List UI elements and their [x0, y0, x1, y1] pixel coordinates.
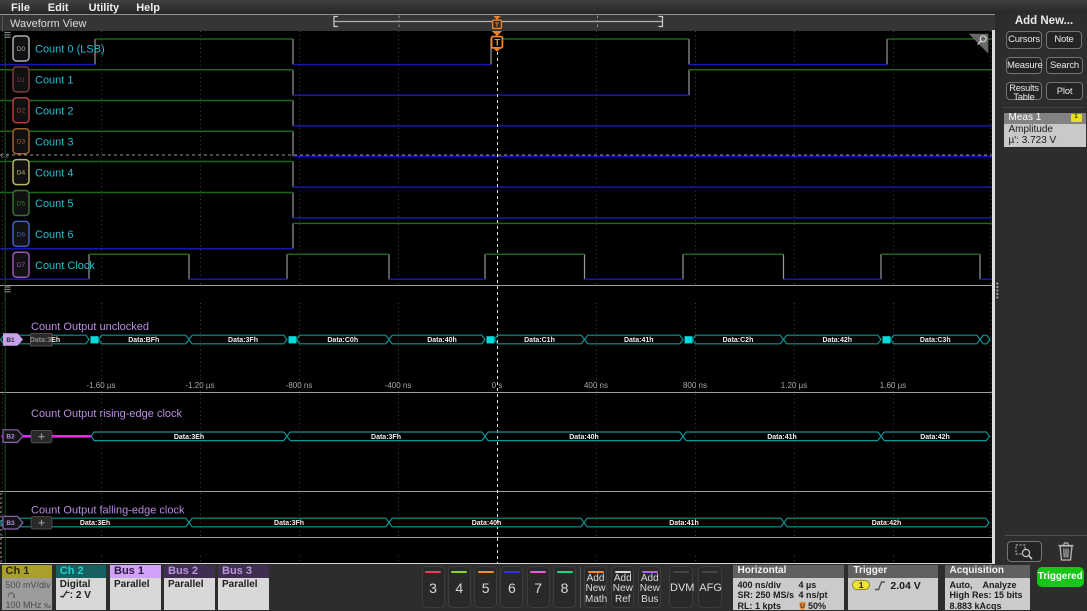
svg-text:T: T	[495, 22, 499, 29]
svg-text:Data:3Fh: Data:3Fh	[371, 434, 401, 441]
svg-text:Count Clock: Count Clock	[35, 260, 95, 272]
svg-text:Count 5: Count 5	[35, 198, 74, 210]
svg-text:B2: B2	[6, 433, 15, 440]
svg-text:Count 1: Count 1	[35, 75, 74, 87]
svg-text:0 s: 0 s	[492, 381, 503, 390]
svg-text:Data:40h: Data:40h	[569, 434, 599, 441]
svg-text:Data:3Eh: Data:3Eh	[30, 337, 60, 344]
svg-text:Data:3Fh: Data:3Fh	[274, 520, 304, 527]
svg-text:Data:C3h: Data:C3h	[920, 337, 951, 344]
svg-text:Data:C1h: Data:C1h	[524, 337, 555, 344]
svg-text:Data:41h: Data:41h	[624, 337, 654, 344]
svg-text:-1.20 µs: -1.20 µs	[185, 381, 214, 390]
svg-text:-400 ns: -400 ns	[385, 381, 412, 390]
svg-text:-800 ns: -800 ns	[286, 381, 313, 390]
svg-text:D6: D6	[17, 231, 26, 238]
svg-text:D5: D5	[17, 200, 26, 207]
svg-text:Data:3Fh: Data:3Fh	[228, 337, 258, 344]
svg-text:D1: D1	[17, 77, 26, 84]
svg-text:Data:42h: Data:42h	[872, 520, 902, 527]
svg-text:1.60 µs: 1.60 µs	[880, 381, 906, 390]
svg-text:Count 3: Count 3	[35, 136, 74, 148]
svg-text:Data:C0h: Data:C0h	[327, 337, 358, 344]
svg-text:D7: D7	[17, 262, 26, 269]
svg-text:Data:BFh: Data:BFh	[128, 337, 159, 344]
svg-text:Count 0 (LSB): Count 0 (LSB)	[35, 44, 105, 56]
svg-text:Count 4: Count 4	[35, 167, 74, 179]
svg-text:Count 6: Count 6	[35, 229, 74, 241]
svg-text:Count Output rising-edge clock: Count Output rising-edge clock	[31, 408, 183, 420]
svg-text:T: T	[494, 38, 500, 48]
svg-text:Data:C2h: Data:C2h	[723, 337, 754, 344]
svg-text:Data:41h: Data:41h	[669, 520, 699, 527]
svg-text:Data:42h: Data:42h	[920, 434, 950, 441]
svg-text:Data:3Eh: Data:3Eh	[80, 520, 110, 527]
svg-text:B1: B1	[6, 337, 15, 344]
svg-text:U: U	[800, 603, 805, 610]
svg-text:Data:40h: Data:40h	[472, 520, 502, 527]
svg-text:1.20 µs: 1.20 µs	[781, 381, 807, 390]
svg-text:Count Output unclocked: Count Output unclocked	[31, 321, 149, 333]
svg-text:Data:41h: Data:41h	[767, 434, 797, 441]
svg-text:400 ns: 400 ns	[584, 381, 608, 390]
svg-text:D0: D0	[17, 46, 26, 53]
svg-text:800 ns: 800 ns	[683, 381, 707, 390]
svg-text:Data:42h: Data:42h	[822, 337, 852, 344]
svg-text:Data:40h: Data:40h	[427, 337, 457, 344]
svg-text:Data:3Eh: Data:3Eh	[174, 434, 204, 441]
svg-text:C.2: C.2	[1, 154, 10, 160]
svg-text:Count Output falling-edge cloc: Count Output falling-edge clock	[31, 505, 185, 517]
svg-text:Count 2: Count 2	[35, 106, 74, 118]
svg-text:D2: D2	[17, 108, 26, 115]
svg-text:B3: B3	[6, 520, 15, 527]
svg-text:D3: D3	[17, 139, 26, 146]
svg-text:D4: D4	[17, 170, 26, 177]
svg-text:-1.60 µs: -1.60 µs	[86, 381, 115, 390]
